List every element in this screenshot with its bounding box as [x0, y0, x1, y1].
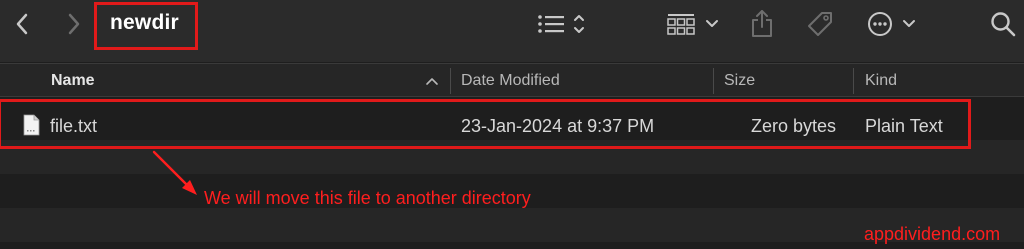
column-header-date-modified[interactable]: Date Modified [461, 72, 560, 90]
grid-group-icon[interactable] [667, 10, 723, 38]
column-divider[interactable] [450, 68, 451, 94]
annotation-text: We will move this file to another direct… [204, 188, 531, 208]
list-view-icon[interactable] [536, 10, 592, 38]
share-icon[interactable] [748, 8, 776, 40]
annotation-arrow [150, 148, 202, 200]
ellipsis-circle-icon[interactable] [866, 9, 920, 39]
watermark: appdividend.com [864, 224, 1001, 244]
column-header-size[interactable]: Size [724, 72, 755, 90]
column-divider[interactable] [853, 68, 854, 94]
sort-ascending-icon[interactable] [424, 73, 440, 89]
chevron-right-icon[interactable] [62, 10, 86, 38]
chevron-left-icon[interactable] [10, 10, 34, 38]
column-header-kind[interactable]: Kind [865, 72, 897, 90]
column-header-name[interactable]: Name [51, 72, 95, 90]
window-title: newdir [110, 11, 179, 34]
tag-icon[interactable] [804, 8, 836, 40]
column-divider[interactable] [713, 68, 714, 94]
search-icon[interactable] [988, 9, 1018, 39]
file-highlight-box [0, 99, 971, 149]
